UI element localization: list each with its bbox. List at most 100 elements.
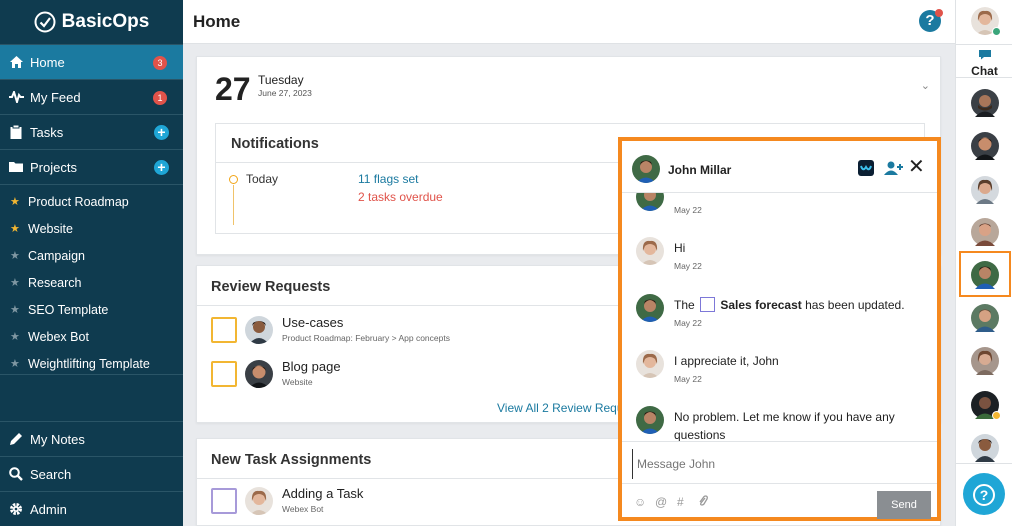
nav-my-feed-label: My Feed — [30, 89, 81, 105]
project-list: ★ Product Roadmap ★ Website ★ Campaign ★ Res… — [0, 184, 183, 377]
notifications-title: Notifications — [231, 136, 319, 152]
help-icon[interactable]: ? — [919, 9, 943, 32]
star-icon: ★ — [10, 304, 20, 316]
avatar — [636, 350, 664, 378]
project-item[interactable]: ★ Webex Bot — [0, 323, 183, 350]
message-date: May 22 — [674, 318, 702, 328]
avatar — [245, 487, 273, 515]
chat-message: May 22 — [636, 193, 926, 219]
full-date: June 27, 2023 — [258, 88, 312, 98]
rail-contact-avatar[interactable] — [971, 89, 999, 117]
message-date: May 22 — [674, 374, 702, 384]
nav-projects[interactable]: Projects + — [0, 149, 183, 184]
rail-contact-avatar[interactable] — [971, 176, 999, 204]
nav-my-notes[interactable]: My Notes — [0, 421, 183, 456]
hashtag-icon[interactable]: # — [677, 495, 684, 509]
avatar — [245, 316, 273, 344]
away-status-dot — [992, 411, 1001, 420]
project-item[interactable]: ★ Research — [0, 269, 183, 296]
close-icon[interactable]: ✕ — [908, 157, 925, 177]
star-icon: ★ — [10, 250, 20, 262]
webex-icon[interactable] — [858, 160, 874, 176]
attachment-icon[interactable] — [698, 495, 708, 510]
add-task-button[interactable]: + — [154, 125, 169, 140]
chat-message: Hi May 22 — [636, 237, 926, 277]
day-number: 27 — [215, 71, 251, 107]
rail-contact-avatar[interactable] — [971, 347, 999, 375]
project-label: Research — [28, 275, 82, 290]
avatar — [636, 294, 664, 322]
message-text: The Sales forecast has been updated. — [674, 296, 924, 314]
project-label: SEO Template — [28, 302, 109, 317]
current-user-avatar[interactable] — [971, 7, 1001, 36]
feed-count-badge: 1 — [153, 91, 167, 105]
rail-contact-avatar[interactable] — [971, 132, 999, 160]
star-icon: ★ — [10, 358, 20, 370]
divider — [622, 441, 937, 442]
message-text: No problem. Let me know if you have any … — [674, 410, 895, 441]
nav-admin-label: Admin — [30, 501, 67, 517]
rail-contact-avatar[interactable] — [971, 304, 999, 332]
home-icon — [8, 54, 24, 70]
project-item[interactable]: ★ Website — [0, 215, 183, 242]
chat-messages: May 22 Hi May 22 The Sales forecast has … — [622, 193, 937, 441]
review-item-title: Blog page — [282, 359, 341, 374]
sidebar-divider — [0, 374, 183, 375]
chat-window: John Millar ✕ May 22 Hi May 22 The Sales… — [618, 137, 941, 521]
view-all-review-requests-link[interactable]: View All 2 Review Requ — [497, 401, 624, 415]
nav-my-feed[interactable]: My Feed 1 — [0, 79, 183, 114]
rail-contact-avatar[interactable] — [971, 218, 999, 246]
nav-home[interactable]: Home 3 — [0, 44, 183, 79]
nav-admin[interactable]: Admin — [0, 491, 183, 526]
emoji-icon[interactable]: ☺ — [634, 495, 646, 509]
message-doc-link[interactable]: Sales forecast — [720, 298, 801, 312]
review-item-subtitle: Website — [282, 377, 313, 387]
nav-tasks-label: Tasks — [30, 124, 64, 140]
project-label: Website — [28, 221, 73, 236]
flags-link[interactable]: 11 flags set — [358, 172, 418, 186]
chat-message: The Sales forecast has been updated. May… — [636, 294, 926, 334]
task-checkbox[interactable] — [211, 361, 237, 387]
project-item[interactable]: ★ Weightlifting Template — [0, 350, 183, 377]
app-logo[interactable]: BasicOps — [0, 0, 183, 44]
mention-icon[interactable]: @ — [655, 495, 667, 509]
sidebar: BasicOps Home 3 My Feed 1 Tasks + Projec… — [0, 0, 183, 526]
rail-contact-avatar[interactable] — [971, 391, 1001, 420]
task-checkbox[interactable] — [211, 488, 237, 514]
message-text-part: has been updated. — [805, 298, 905, 312]
project-item[interactable]: ★ Product Roadmap — [0, 188, 183, 215]
project-label: Webex Bot — [28, 329, 89, 344]
message-date: May 22 — [674, 261, 702, 271]
nav-my-notes-label: My Notes — [30, 431, 85, 447]
task-checkbox[interactable] — [211, 317, 237, 343]
project-label: Campaign — [28, 248, 85, 263]
project-item[interactable]: ★ SEO Template — [0, 296, 183, 323]
rail-contact-avatar[interactable] — [971, 261, 999, 289]
online-status-dot — [992, 27, 1001, 36]
overdue-link[interactable]: 2 tasks overdue — [358, 190, 443, 204]
send-button[interactable]: Send — [877, 491, 931, 519]
rail-contact-avatar[interactable] — [971, 434, 999, 462]
folder-icon — [8, 159, 24, 175]
nav-search[interactable]: Search — [0, 456, 183, 491]
top-header: Home ? — [183, 0, 955, 44]
chat-tab[interactable]: Chat — [956, 44, 1012, 78]
notification-dot — [935, 9, 943, 17]
nav-home-label: Home — [30, 54, 65, 70]
avatar — [636, 237, 664, 265]
add-person-icon[interactable] — [884, 160, 904, 176]
chat-message-input[interactable] — [632, 449, 927, 479]
nav-search-label: Search — [30, 466, 72, 482]
star-icon: ★ — [10, 223, 20, 235]
logo-check-icon — [34, 11, 56, 33]
project-item[interactable]: ★ Campaign — [0, 242, 183, 269]
chat-message: I appreciate it, John May 22 — [636, 350, 926, 390]
chevron-down-icon[interactable]: ⌄ — [921, 79, 930, 92]
help-button[interactable]: ? — [963, 473, 1005, 515]
avatar — [636, 193, 664, 211]
nav-tasks[interactable]: Tasks + — [0, 114, 183, 149]
divider — [622, 483, 937, 484]
add-project-button[interactable]: + — [154, 160, 169, 175]
clipboard-icon — [8, 124, 24, 140]
question-icon: ? — [973, 484, 995, 507]
